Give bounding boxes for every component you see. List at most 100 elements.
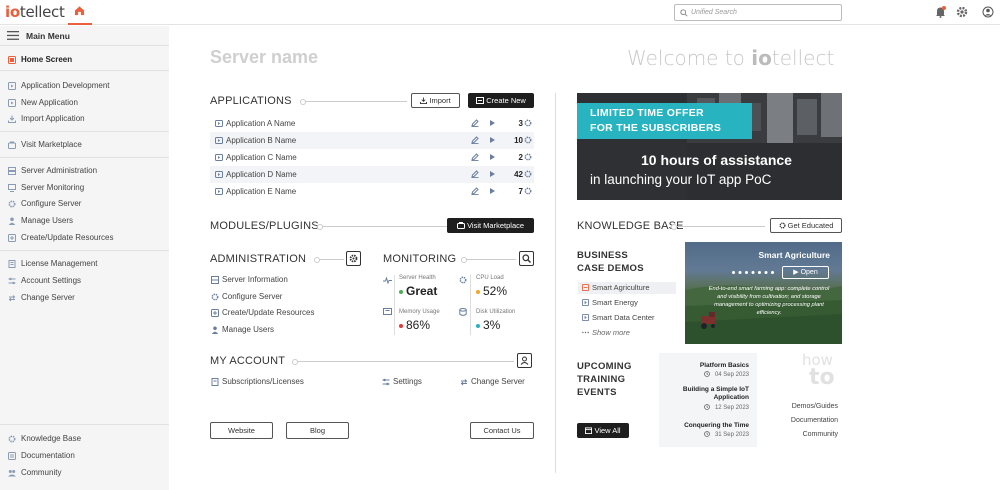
- demo-item-smart-agriculture[interactable]: Smart Agriculture: [578, 282, 676, 294]
- play-icon[interactable]: [489, 187, 496, 195]
- disk-utilization-text: 3%: [483, 318, 501, 332]
- training-line-3: EVENTS: [577, 387, 617, 398]
- sidebar-label: Account Settings: [21, 276, 82, 285]
- resources-icon: [211, 309, 219, 317]
- event-date-text: 04 Sep 2023: [714, 372, 749, 378]
- gear-icon[interactable]: [524, 153, 532, 161]
- admin-item-label: Create/Update Resources: [222, 308, 315, 317]
- gear-icon: [211, 293, 219, 301]
- card-open-button[interactable]: ▶ Open: [782, 266, 829, 279]
- gear-icon[interactable]: [524, 170, 532, 178]
- visit-marketplace-label: Visit Marketplace: [467, 221, 525, 230]
- gear-icon[interactable]: [524, 119, 532, 127]
- demo-label: Smart Agriculture: [592, 283, 650, 292]
- home-icon: [8, 56, 16, 64]
- demo-item-smart-data-center[interactable]: Smart Data Center: [578, 312, 676, 324]
- ellipsis-icon: [582, 331, 589, 334]
- play-icon[interactable]: [489, 119, 496, 127]
- bell-icon[interactable]: [935, 6, 946, 18]
- edit-icon[interactable]: [471, 136, 479, 144]
- view-all-button[interactable]: View All: [577, 423, 629, 438]
- status-dot: [476, 323, 480, 328]
- blog-button[interactable]: Blog: [286, 422, 349, 439]
- gear-icon: [778, 222, 786, 229]
- training-event[interactable]: Platform Basics 04 Sep 2023: [700, 362, 749, 378]
- get-educated-button[interactable]: Get Educated: [770, 218, 842, 233]
- edit-icon[interactable]: [471, 170, 479, 178]
- gear-icon: [349, 254, 358, 263]
- gear-icon[interactable]: [524, 187, 532, 195]
- create-new-button[interactable]: Create New: [468, 93, 534, 108]
- table-row[interactable]: Application C Name 2: [210, 149, 534, 166]
- demos-guides-link[interactable]: Demos/Guides: [781, 403, 838, 410]
- user-icon: [520, 356, 529, 365]
- search-placeholder: Unified Search: [691, 9, 737, 16]
- applications-heading: APPLICATIONS: [210, 95, 292, 107]
- card-description: End-to-end smart farming app: complete c…: [708, 286, 830, 316]
- swap-icon: [460, 379, 468, 386]
- demo-label: Smart Data Center: [592, 313, 655, 322]
- admin-item-label: Server Information: [222, 275, 288, 284]
- documentation-link[interactable]: Documentation: [781, 417, 838, 424]
- welcome-text: Welcome to: [627, 46, 745, 70]
- users-icon: [211, 326, 219, 334]
- edit-icon[interactable]: [471, 187, 479, 195]
- app-icon: [215, 154, 223, 161]
- edit-icon[interactable]: [471, 153, 479, 161]
- gear-icon[interactable]: [524, 136, 532, 144]
- edit-icon[interactable]: [471, 119, 479, 127]
- visit-marketplace-button[interactable]: Visit Marketplace: [447, 218, 534, 233]
- card-title: Smart Agriculture: [758, 250, 830, 260]
- app-count: 42: [514, 170, 523, 179]
- knowledge-icon: [8, 435, 16, 443]
- event-date: 31 Sep 2023: [684, 431, 749, 438]
- admin-settings-button[interactable]: [346, 251, 361, 266]
- card-open-label: Open: [800, 269, 818, 276]
- demo-item-smart-energy[interactable]: Smart Energy: [578, 297, 676, 309]
- play-icon[interactable]: [489, 153, 496, 161]
- gear-icon[interactable]: [956, 6, 968, 18]
- table-row[interactable]: Application E Name 7: [210, 183, 534, 200]
- app-dev-icon: [8, 82, 16, 90]
- top-bar: iotellect Unified Search: [0, 0, 1000, 25]
- table-row[interactable]: Application A Name 3: [210, 115, 534, 132]
- website-button[interactable]: Website: [210, 422, 273, 439]
- user-icon[interactable]: [982, 6, 994, 18]
- monitor-icon: [8, 184, 16, 192]
- status-dot: [399, 289, 403, 294]
- home-tab[interactable]: [68, 0, 92, 25]
- event-title: Conquering the Time: [684, 422, 749, 429]
- community-link[interactable]: Community: [781, 431, 838, 438]
- disk-utilization-label: Disk Utilization: [476, 309, 516, 315]
- gear-icon: [8, 200, 16, 208]
- import-button[interactable]: Import: [411, 93, 460, 108]
- unified-search-input[interactable]: Unified Search: [674, 4, 842, 21]
- server-admin-icon: [8, 167, 16, 175]
- logo-suffix: tellect: [19, 3, 65, 21]
- account-profile-button[interactable]: [517, 353, 532, 368]
- how-to-word-2: to: [809, 365, 835, 390]
- carousel-dots[interactable]: [731, 270, 775, 275]
- app-logo[interactable]: iotellect: [5, 3, 65, 21]
- smart-agriculture-card[interactable]: Smart Agriculture ▶ Open End-to-end smar…: [685, 242, 842, 344]
- contact-us-button[interactable]: Contact Us: [470, 422, 534, 439]
- marketplace-icon: [456, 222, 465, 229]
- monitoring-zoom-button[interactable]: [519, 251, 534, 266]
- show-more-link[interactable]: Show more: [578, 327, 676, 339]
- event-date: 04 Sep 2023: [700, 371, 749, 378]
- administration-heading: ADMINISTRATION: [210, 253, 307, 265]
- table-row[interactable]: Application B Name 10: [210, 132, 534, 149]
- community-icon: [8, 470, 16, 477]
- users-icon: [8, 217, 16, 225]
- main-content: Server name Welcome to iotellect APPLICA…: [169, 26, 1000, 490]
- training-event[interactable]: Conquering the Time 31 Sep 2023: [684, 422, 749, 438]
- play-icon[interactable]: [489, 170, 496, 178]
- promo-banner[interactable]: LIMITED TIME OFFER FOR THE SUBSCRIBERS 1…: [577, 93, 842, 200]
- play-icon[interactable]: [489, 136, 496, 144]
- event-date-text: 12 Sep 2023: [714, 405, 749, 411]
- training-event[interactable]: Building a Simple IoT Application 12 Sep…: [665, 386, 749, 411]
- table-row[interactable]: Application D Name 42: [210, 166, 534, 183]
- account-item-label: Subscriptions/Licenses: [222, 377, 304, 386]
- bcd-line-2: CASE DEMOS: [577, 263, 644, 274]
- app-name: Application C Name: [226, 153, 297, 162]
